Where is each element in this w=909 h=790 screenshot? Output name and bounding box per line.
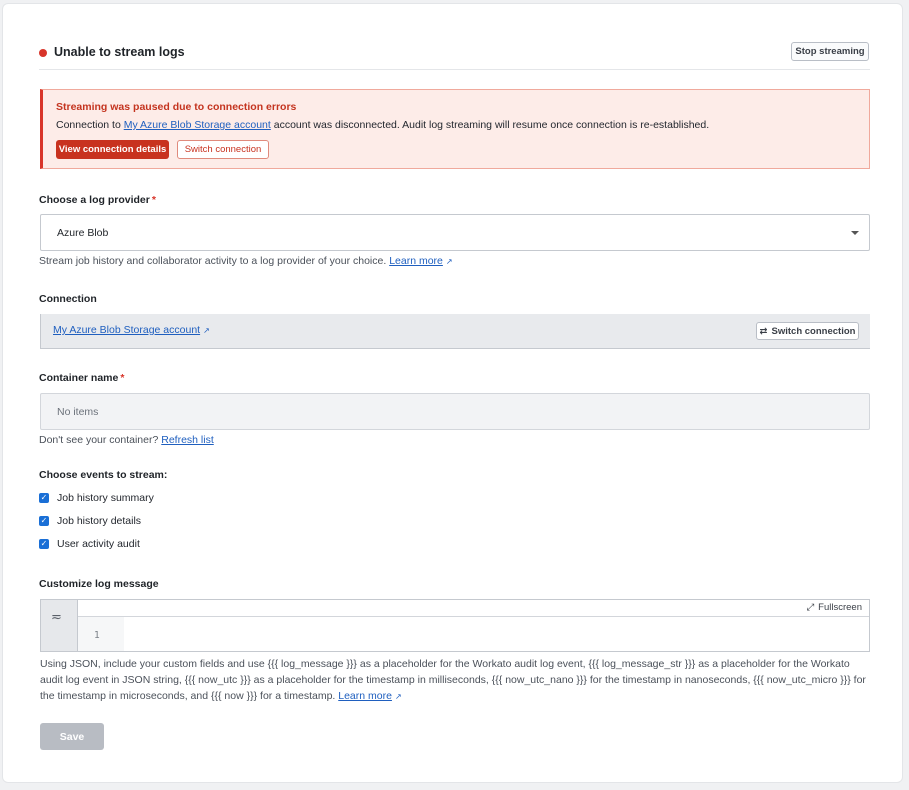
page-title: Unable to stream logs: [54, 45, 185, 59]
required-mark: *: [151, 194, 156, 206]
error-status-dot: [39, 49, 47, 57]
log-message-description: Using JSON, include your custom fields a…: [40, 656, 870, 705]
connection-error-alert: Streaming was paused due to connection e…: [40, 89, 870, 169]
container-help: Don't see your container? Refresh list: [39, 434, 214, 446]
connection-account-link[interactable]: My Azure Blob Storage account: [53, 324, 200, 336]
connection-label: Connection: [39, 293, 97, 305]
switch-connection-button[interactable]: ⇄ Switch connection: [756, 322, 859, 340]
container-name-select[interactable]: No items: [40, 393, 870, 430]
external-link-icon: ↗: [445, 257, 453, 266]
event-label: Job history summary: [57, 492, 154, 504]
container-placeholder: No items: [57, 406, 99, 418]
container-name-label: Container name *: [39, 372, 124, 384]
connection-box: My Azure Blob Storage account ↗ ⇄ Switch c…: [40, 314, 870, 349]
log-provider-select[interactable]: Azure Blob: [40, 214, 870, 251]
fullscreen-button[interactable]: ⤢ Fullscreen: [807, 602, 862, 613]
connection-account: My Azure Blob Storage account ↗: [53, 324, 210, 336]
switch-connection-label: Switch connection: [771, 325, 856, 337]
event-option-job-history-details[interactable]: ✓ Job history details: [39, 515, 141, 527]
save-button[interactable]: Save: [40, 723, 104, 750]
log-provider-label-text: Choose a log provider: [39, 194, 150, 206]
alert-switch-connection-button[interactable]: Switch connection: [177, 140, 269, 159]
line-number: 1: [94, 630, 100, 641]
log-message-learn-more-link[interactable]: Learn more: [338, 690, 392, 702]
log-provider-help: Stream job history and collaborator acti…: [39, 255, 453, 267]
editor-gutter: ≂: [41, 600, 78, 651]
alert-account-link[interactable]: My Azure Blob Storage account: [124, 119, 271, 131]
formula-icon: ≂: [51, 609, 62, 624]
event-option-user-activity-audit[interactable]: ✓ User activity audit: [39, 538, 140, 550]
log-provider-selected-value: Azure Blob: [57, 227, 109, 239]
external-link-icon: ↗: [203, 326, 210, 335]
container-name-label-text: Container name: [39, 372, 119, 384]
event-option-job-history-summary[interactable]: ✓ Job history summary: [39, 492, 154, 504]
log-provider-help-text: Stream job history and collaborator acti…: [39, 255, 387, 267]
log-message-editor[interactable]: ≂ ⤢ Fullscreen 1: [40, 599, 870, 652]
fullscreen-label: Fullscreen: [818, 602, 862, 613]
header-divider: [39, 69, 870, 70]
checkbox-checked[interactable]: ✓: [39, 493, 49, 503]
expand-icon: ⤢: [806, 602, 815, 613]
stop-streaming-button[interactable]: Stop streaming: [791, 42, 869, 61]
refresh-list-link[interactable]: Refresh list: [161, 434, 214, 446]
required-mark: *: [120, 372, 125, 384]
alert-message-prefix: Connection to: [56, 119, 124, 131]
line-number-column: [78, 617, 124, 651]
event-label: User activity audit: [57, 538, 140, 550]
log-message-label: Customize log message: [39, 578, 159, 590]
container-help-text: Don't see your container?: [39, 434, 159, 446]
checkbox-checked[interactable]: ✓: [39, 539, 49, 549]
log-provider-label: Choose a log provider *: [39, 194, 156, 206]
learn-more-link[interactable]: Learn more: [389, 255, 443, 267]
settings-card: Unable to stream logs Stop streaming Str…: [2, 3, 903, 783]
external-link-icon: ↗: [394, 692, 402, 701]
chevron-down-icon: [851, 231, 859, 235]
event-label: Job history details: [57, 515, 142, 527]
editor-toolbar: ⤢ Fullscreen: [78, 600, 869, 617]
events-label: Choose events to stream:: [39, 469, 168, 481]
alert-message-suffix: account was disconnected. Audit log stre…: [270, 119, 710, 131]
log-message-description-text: Using JSON, include your custom fields a…: [40, 658, 866, 702]
alert-title: Streaming was paused due to connection e…: [56, 101, 297, 113]
swap-icon: ⇄: [759, 325, 768, 337]
alert-message: Connection to My Azure Blob Storage acco…: [56, 119, 709, 131]
checkbox-checked[interactable]: ✓: [39, 516, 49, 526]
view-connection-details-button[interactable]: View connection details: [56, 140, 169, 159]
